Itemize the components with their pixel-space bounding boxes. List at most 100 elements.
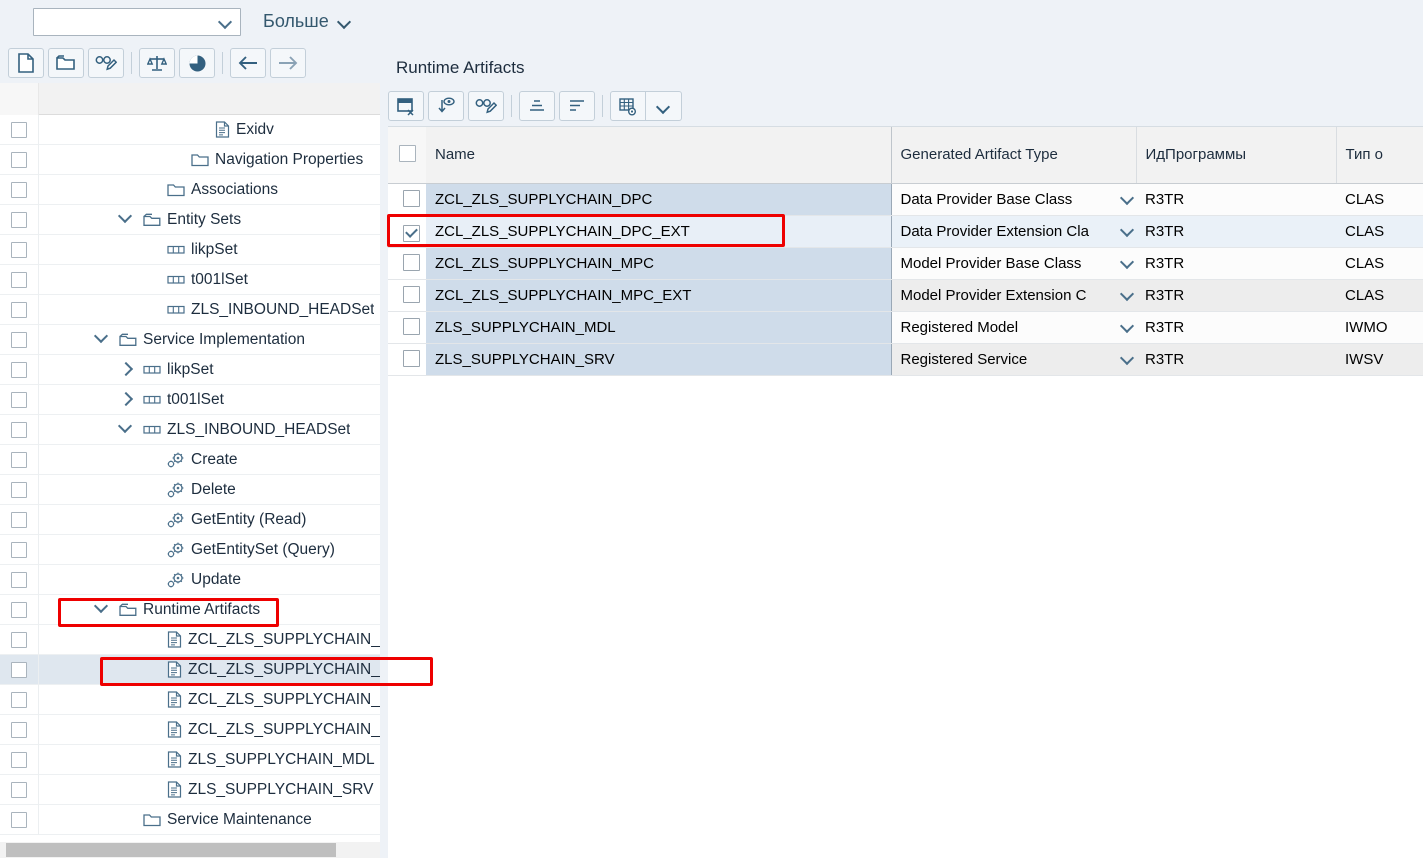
variant-select[interactable] [33, 7, 241, 36]
chevron-down-icon[interactable] [93, 331, 113, 349]
row-select-cell[interactable] [388, 279, 426, 312]
tree-item[interactable]: ZLS_INBOUND_HEADSet [39, 421, 350, 439]
tree-row-checkbox[interactable] [11, 631, 27, 648]
cell-artifact-type[interactable]: Data Provider Base Class [891, 183, 1136, 216]
row-select-checkbox[interactable] [403, 285, 420, 303]
tree-row-checkbox-cell[interactable] [0, 474, 39, 505]
cell-object-type[interactable]: IWSV [1336, 343, 1423, 376]
tree-row-checkbox[interactable] [11, 271, 27, 288]
cell-name[interactable]: ZCL_ZLS_SUPPLYCHAIN_DPC [426, 183, 892, 216]
tree-row-checkbox[interactable] [11, 151, 27, 168]
tree-item[interactable]: Delete [39, 481, 236, 499]
new-icon-button[interactable] [8, 48, 44, 78]
tree-row-checkbox[interactable] [11, 811, 27, 828]
tree-row-checkbox-cell[interactable] [0, 444, 39, 475]
tree-item[interactable]: ZLS_INBOUND_HEADSet [39, 301, 374, 319]
row-select-cell[interactable] [388, 343, 426, 376]
tree-row-checkbox-cell[interactable] [0, 594, 39, 625]
tree-row-checkbox-cell[interactable] [0, 684, 39, 715]
chevron-down-icon[interactable] [1120, 192, 1134, 206]
tree-row-checkbox-cell[interactable] [0, 204, 39, 235]
tree-row-checkbox[interactable] [11, 211, 27, 228]
chevron-right-icon[interactable] [117, 361, 137, 379]
tree-row[interactable]: Service Maintenance [0, 804, 385, 835]
chevron-right-icon[interactable] [117, 391, 137, 409]
cell-name[interactable]: ZCL_ZLS_SUPPLYCHAIN_MPC_EXT [426, 279, 892, 312]
cell-program-id[interactable]: R3TR [1136, 215, 1336, 248]
cell-artifact-type[interactable]: Model Provider Base Class [891, 247, 1136, 280]
tree-row-checkbox-cell[interactable] [0, 564, 39, 595]
tree-row-checkbox[interactable] [11, 511, 27, 528]
tree-row-checkbox[interactable] [11, 691, 27, 708]
table-row[interactable]: ZCL_ZLS_SUPPLYCHAIN_MPC_EXT Model Provide… [388, 279, 1423, 312]
tree-item[interactable]: Navigation Properties [39, 151, 363, 169]
tree-row-checkbox-cell[interactable] [0, 114, 39, 145]
tree-item[interactable]: Associations [39, 181, 278, 199]
tree-row-checkbox-cell[interactable] [0, 144, 39, 175]
tree-item[interactable]: t001lSet [39, 391, 224, 409]
sort-ascending-icon-button[interactable] [519, 91, 555, 121]
tree-item[interactable]: ZLS_SUPPLYCHAIN_MDL [39, 751, 375, 769]
chevron-down-icon[interactable] [1120, 352, 1134, 366]
cell-artifact-type[interactable]: Data Provider Extension Cla [891, 215, 1136, 248]
column-header-program-id[interactable]: ИдПрограммы [1136, 127, 1337, 184]
table-row[interactable]: ZLS_SUPPLYCHAIN_MDL Registered Model R3TR I… [388, 311, 1423, 344]
cell-name[interactable]: ZCL_ZLS_SUPPLYCHAIN_DPC_EXT [426, 215, 892, 248]
tree-item[interactable]: ZCL_ZLS_SUPPLYCHAIN_MPC [39, 691, 385, 709]
tree-row[interactable]: ZLS_SUPPLYCHAIN_MDL [0, 744, 385, 775]
tree-row-checkbox-cell[interactable] [0, 354, 39, 385]
tree-hscrollbar-thumb[interactable] [6, 843, 336, 857]
row-select-cell[interactable] [388, 247, 426, 280]
tree-row-checkbox-cell[interactable] [0, 774, 39, 805]
tree-item[interactable]: ZLS_SUPPLYCHAIN_SRV [39, 781, 374, 799]
cell-program-id[interactable]: R3TR [1136, 311, 1336, 344]
cell-program-id[interactable]: R3TR [1136, 343, 1336, 376]
tree-row[interactable]: likpSet [0, 234, 385, 265]
cell-object-type[interactable]: IWMO [1336, 311, 1423, 344]
cell-name[interactable]: ZLS_SUPPLYCHAIN_SRV [426, 343, 892, 376]
edit-glasses-icon-button[interactable] [88, 48, 124, 78]
table-row[interactable]: ZCL_ZLS_SUPPLYCHAIN_DPC Data Provider Bas… [388, 183, 1423, 216]
chevron-down-icon-button[interactable] [646, 91, 682, 121]
cell-artifact-type[interactable]: Registered Model [891, 311, 1136, 344]
row-select-cell[interactable] [388, 215, 426, 248]
cell-program-id[interactable]: R3TR [1136, 247, 1336, 280]
tree-item[interactable]: ZCL_ZLS_SUPPLYCHAIN_DPC_EXT [39, 661, 385, 679]
tree-row-checkbox-cell[interactable] [0, 384, 39, 415]
tree-row-checkbox[interactable] [11, 541, 27, 558]
download-eye-icon-button[interactable] [428, 91, 464, 121]
tree-row[interactable]: ZCL_ZLS_SUPPLYCHAIN_MPC [0, 684, 385, 715]
row-select-checkbox[interactable] [403, 189, 420, 207]
tree-row-checkbox-cell[interactable] [0, 624, 39, 655]
tree-row-checkbox[interactable] [11, 751, 27, 768]
back-arrow-icon-button[interactable] [230, 48, 266, 78]
tree-row[interactable]: ZLS_SUPPLYCHAIN_SRV [0, 774, 385, 805]
filter-icon-button[interactable] [559, 91, 595, 121]
tree-row[interactable]: ZCL_ZLS_SUPPLYCHAIN_DPC [0, 624, 385, 655]
pie-chart-icon-button[interactable] [179, 48, 215, 78]
row-select-checkbox[interactable] [403, 224, 420, 242]
tree-item[interactable]: likpSet [39, 361, 214, 379]
tree-row[interactable]: GetEntity (Read) [0, 504, 385, 535]
tree-item[interactable]: Exidv [39, 121, 274, 139]
cell-object-type[interactable]: CLAS [1336, 215, 1423, 248]
row-select-checkbox[interactable] [403, 349, 420, 367]
tree-row[interactable]: Delete [0, 474, 385, 505]
table-row[interactable]: ZCL_ZLS_SUPPLYCHAIN_MPC Model Provider Ba… [388, 247, 1423, 280]
row-select-checkbox[interactable] [403, 253, 420, 271]
tree-row[interactable]: Runtime Artifacts [0, 594, 385, 625]
delete-row-icon-button[interactable] [388, 91, 424, 121]
tree-row[interactable]: Exidv [0, 114, 385, 145]
tree-item[interactable]: Entity Sets [39, 211, 241, 229]
row-select-cell[interactable] [388, 183, 426, 216]
tree-row-checkbox[interactable] [11, 571, 27, 588]
tree-row-checkbox[interactable] [11, 421, 27, 438]
forward-arrow-icon-button[interactable] [270, 48, 306, 78]
tree-row[interactable]: t001lSet [0, 384, 385, 415]
tree-row[interactable]: Service Implementation [0, 324, 385, 355]
tree-row-checkbox[interactable] [11, 331, 27, 348]
tree-row-checkbox-cell[interactable] [0, 174, 39, 205]
table-row[interactable]: ZCL_ZLS_SUPPLYCHAIN_DPC_EXT Data Provider… [388, 215, 1423, 248]
chevron-down-icon[interactable] [1120, 320, 1134, 334]
tree-row-checkbox[interactable] [11, 241, 27, 258]
